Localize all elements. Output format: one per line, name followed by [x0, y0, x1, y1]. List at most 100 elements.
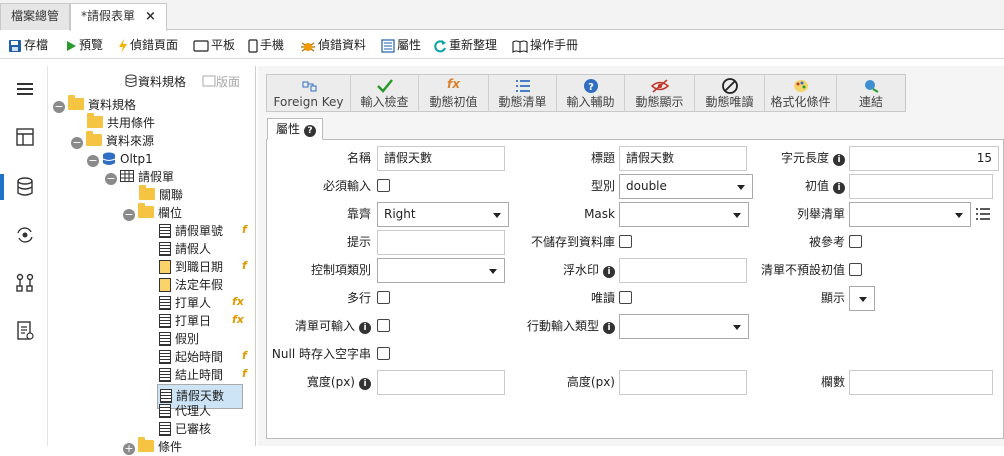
reorganize-button[interactable]: 重新整理	[433, 35, 497, 55]
tablet-icon	[193, 40, 209, 52]
field-icon	[160, 389, 172, 403]
readonly-checkbox[interactable]	[619, 291, 632, 304]
watermark-input[interactable]	[619, 258, 747, 283]
tree-node-fields[interactable]: − 欄位	[123, 203, 182, 222]
multiline-checkbox[interactable]	[377, 291, 390, 304]
info-icon[interactable]: i	[833, 182, 845, 194]
tree-label: 資料來源	[106, 134, 155, 148]
tree-field-item[interactable]: 請假單號	[159, 222, 223, 240]
tree-node-relation[interactable]: 關聯	[139, 185, 183, 204]
dynamic-readonly-button[interactable]: 動態唯讀	[695, 75, 765, 111]
tree-field-item[interactable]: 到職日期	[159, 258, 223, 276]
foreign-key-button[interactable]: Foreign Key	[267, 75, 351, 111]
initial-input[interactable]	[849, 174, 993, 199]
tree-field-item[interactable]: 起始時間	[159, 348, 223, 366]
hint-input[interactable]	[377, 230, 505, 255]
tree-node-common[interactable]: 共用條件	[87, 113, 155, 132]
mobile-input-select[interactable]	[619, 314, 749, 339]
title-input[interactable]: 請假天數	[619, 146, 747, 171]
tree-field-item[interactable]: 法定年假	[159, 276, 223, 294]
table-icon	[120, 170, 134, 182]
tree-node-root[interactable]: − 資料規格	[53, 95, 136, 114]
tree-field-item[interactable]: 假別	[159, 330, 199, 348]
tree-field-item[interactable]: 打單日	[159, 312, 211, 330]
required-checkbox[interactable]	[377, 179, 390, 192]
menu-icon[interactable]	[14, 78, 36, 100]
help-icon[interactable]: ?	[304, 125, 317, 137]
align-select[interactable]: Right	[377, 202, 509, 227]
tree-field-item[interactable]: 請假人	[159, 240, 211, 258]
format-condition-label: 格式化條件	[770, 95, 831, 109]
length-input[interactable]: 15	[849, 146, 999, 171]
debug-data-button[interactable]: 偵錯資料	[300, 35, 366, 55]
tree-field-item[interactable]: 結止時間	[159, 366, 223, 384]
height-input[interactable]	[619, 370, 747, 395]
properties-button[interactable]: 屬性	[381, 35, 421, 55]
tree-field-item[interactable]: 代理人	[159, 402, 211, 420]
list-edit-icon[interactable]	[975, 206, 991, 222]
tree-node-db[interactable]: − Oltp1	[87, 150, 153, 168]
name-input[interactable]: 請假天數	[377, 146, 505, 171]
debug-page-button[interactable]: 偵錯頁面	[118, 35, 178, 55]
data-spec-tab[interactable]: 資料規格	[124, 73, 186, 90]
field-icon	[159, 368, 171, 382]
tablet-button[interactable]: 平板	[193, 35, 235, 55]
close-icon[interactable]: ×	[145, 9, 156, 24]
nosave-checkbox[interactable]	[619, 235, 632, 248]
tree-field-item[interactable]: 已審核	[159, 420, 211, 438]
dynamic-default-button[interactable]: fx 動態初值	[419, 75, 489, 111]
input-check-button[interactable]: 輸入檢查	[351, 75, 419, 111]
link-button[interactable]: 連結	[837, 75, 905, 111]
tree-label: 打單人	[175, 296, 212, 310]
display-select[interactable]	[849, 286, 875, 311]
flow-icon[interactable]	[14, 272, 36, 294]
tree-field-item[interactable]: 打單人	[159, 294, 211, 312]
preview-button[interactable]: 預覽	[65, 35, 103, 55]
info-icon[interactable]: i	[359, 378, 371, 390]
height-label: 高度(px)	[566, 375, 615, 389]
list-input-checkbox[interactable]	[377, 319, 390, 332]
formula-icon: f	[242, 349, 247, 362]
format-condition-button[interactable]: 格式化條件	[765, 75, 837, 111]
layout-tab[interactable]: 版面	[202, 73, 240, 90]
mask-select[interactable]	[619, 202, 749, 227]
tree-node-source[interactable]: − 資料來源	[71, 131, 155, 150]
info-icon[interactable]: i	[359, 322, 371, 334]
input-assist-button[interactable]: ? 輸入輔助	[557, 75, 625, 111]
save-button[interactable]: 存檔	[8, 35, 48, 55]
info-icon[interactable]: i	[603, 266, 615, 278]
control-select[interactable]	[377, 258, 505, 283]
phone-button[interactable]: 手機	[248, 35, 284, 55]
width-input[interactable]	[377, 370, 505, 395]
sync-icon[interactable]	[14, 224, 36, 246]
collapse-icon[interactable]: −	[71, 137, 83, 149]
tree-node-conditions[interactable]: + 條件	[123, 437, 182, 456]
dynamic-display-button[interactable]: 動態顯示	[625, 75, 695, 111]
tree-label: 假別	[175, 332, 200, 346]
tree-node-table[interactable]: − 請假單	[105, 168, 174, 186]
tree-label: 請假單號	[175, 224, 224, 238]
enum-select[interactable]	[849, 202, 971, 227]
report-icon[interactable]	[14, 320, 36, 342]
title-label: 標題	[590, 151, 615, 165]
layout-icon[interactable]	[14, 126, 36, 148]
null-empty-checkbox[interactable]	[377, 347, 390, 360]
nodefault-checkbox[interactable]	[849, 263, 862, 276]
type-select[interactable]: double	[619, 174, 753, 199]
database-icon[interactable]	[14, 176, 36, 198]
collapse-icon[interactable]: −	[87, 155, 99, 167]
chevron-down-icon	[859, 297, 867, 302]
referenced-checkbox[interactable]	[849, 235, 862, 248]
columns-input[interactable]	[849, 370, 993, 395]
collapse-icon[interactable]: −	[53, 101, 65, 113]
tab-properties[interactable]: 屬性?	[267, 118, 323, 140]
info-icon[interactable]: i	[603, 322, 615, 334]
info-icon[interactable]: i	[833, 154, 845, 166]
dynamic-list-button[interactable]: 動態清單	[489, 75, 557, 111]
collapse-icon[interactable]: −	[105, 173, 117, 185]
expand-icon[interactable]: +	[123, 443, 135, 455]
tab-leave-form[interactable]: *請假表單 ×	[70, 3, 167, 31]
tab-file-explorer[interactable]: 檔案總管	[0, 3, 71, 30]
manual-button[interactable]: 操作手冊	[512, 35, 578, 55]
collapse-icon[interactable]: −	[123, 209, 135, 221]
